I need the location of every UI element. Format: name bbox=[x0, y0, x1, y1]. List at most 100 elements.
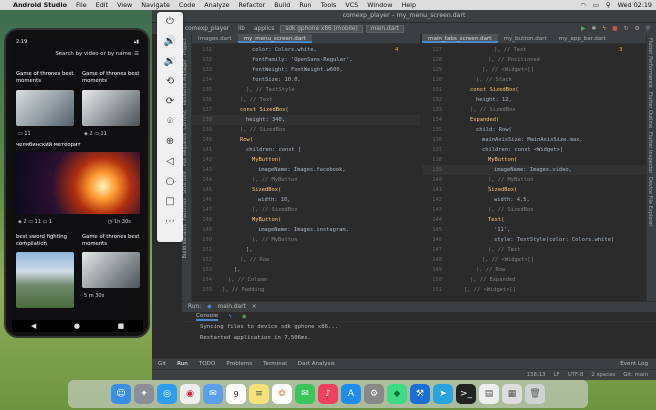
code-line[interactable]: 146 width: 10, bbox=[192, 195, 420, 205]
device-selector[interactable]: sdk gphone x86 (mobile) bbox=[280, 24, 363, 33]
tab-my-button[interactable]: my_button.dart bbox=[498, 34, 553, 43]
menu-edit[interactable]: Edit bbox=[96, 1, 108, 9]
tool-flutter-outline[interactable]: Flutter Outline bbox=[647, 92, 653, 128]
phone-back-icon[interactable]: ◀ bbox=[31, 322, 36, 330]
chrome-icon[interactable]: ◉ bbox=[180, 384, 200, 404]
battery-icon[interactable]: ▭ bbox=[593, 1, 599, 9]
code-line[interactable]: 154), // Column bbox=[192, 275, 420, 285]
code-line[interactable]: 145 '11', bbox=[422, 225, 646, 235]
overview-icon[interactable]: □ bbox=[157, 192, 183, 212]
video-thumbnail[interactable] bbox=[16, 90, 74, 126]
safari-icon[interactable]: ◎ bbox=[157, 384, 177, 404]
right-code-editor[interactable]: 127), // Text 128), // Positioned 129], //… bbox=[422, 45, 646, 311]
breadcrumb-lib[interactable]: lib bbox=[235, 26, 248, 32]
trash-icon[interactable]: 🗑 bbox=[525, 384, 545, 404]
code-line[interactable]: 152), // Row bbox=[192, 255, 420, 265]
left-warning-count[interactable]: 4 bbox=[395, 47, 399, 53]
menu-refactor[interactable]: Refactor bbox=[238, 1, 265, 9]
search-everywhere-icon[interactable]: ⚲ bbox=[646, 26, 650, 32]
mail-icon[interactable]: ✉ bbox=[203, 384, 223, 404]
code-line[interactable]: 137 children: const <Widget>[ bbox=[422, 145, 646, 155]
xcode-icon[interactable]: ⚒ bbox=[410, 384, 430, 404]
menu-code[interactable]: Code bbox=[179, 1, 195, 9]
tab-images-dart[interactable]: images.dart bbox=[192, 34, 238, 43]
code-line[interactable]: 134 fontSize: 10.0, bbox=[192, 75, 420, 85]
video-card[interactable]: Game of thrones best moments bbox=[16, 71, 74, 85]
rotate-right-icon[interactable]: ⟳ bbox=[157, 92, 183, 112]
run-config-tab[interactable]: main.dart bbox=[218, 304, 246, 310]
notes-icon[interactable]: ≡ bbox=[249, 384, 269, 404]
code-line[interactable]: 144), // MyButton bbox=[192, 175, 420, 185]
status-git-branch[interactable]: Git: main bbox=[623, 372, 648, 378]
code-line[interactable]: 147), // SizedBox bbox=[192, 205, 420, 215]
power-icon[interactable]: ⏻ bbox=[157, 12, 183, 32]
status-indent[interactable]: 2 spaces bbox=[591, 372, 615, 378]
code-line[interactable]: 155), // Padding bbox=[192, 285, 420, 295]
bottom-tab-todo[interactable]: TODO bbox=[199, 361, 216, 367]
code-line[interactable]: 132 fontFamily: 'OpenSans-Regular', bbox=[192, 55, 420, 65]
menu-app-name[interactable]: Android Studio bbox=[13, 1, 67, 9]
run-config-selector[interactable]: main.dart bbox=[365, 24, 404, 33]
close-run-tab-icon[interactable]: × bbox=[252, 304, 257, 310]
code-line[interactable]: 143 imageName: Images.facebook, bbox=[192, 165, 420, 175]
status-encoding[interactable]: UTF-8 bbox=[568, 372, 584, 378]
code-line[interactable]: 151], bbox=[192, 245, 420, 255]
code-line[interactable]: 131 const SizedBox( bbox=[422, 85, 646, 95]
code-line[interactable]: 131 color: Colors.white, bbox=[192, 45, 420, 55]
code-line[interactable]: 134 Expanded( bbox=[422, 115, 646, 125]
code-line[interactable]: 147), // Text bbox=[422, 245, 646, 255]
menu-run[interactable]: Run bbox=[299, 1, 311, 9]
breadcrumb-applics[interactable]: applics bbox=[251, 26, 277, 32]
wifi-icon[interactable]: ◠ bbox=[580, 1, 586, 9]
code-line[interactable]: 142 width: 4.5, bbox=[422, 195, 646, 205]
code-line[interactable]: 150), // Expanded bbox=[422, 275, 646, 285]
menu-build[interactable]: Build bbox=[274, 1, 290, 9]
tab-my-menu-screen[interactable]: my_menu_screen.dart bbox=[237, 34, 312, 43]
tool-device-file-explorer[interactable]: Device File Explorer bbox=[647, 177, 653, 226]
menu-tools[interactable]: Tools bbox=[321, 1, 337, 9]
code-line[interactable]: 136 mainAxisSize: MainAxisSize.max, bbox=[422, 135, 646, 145]
code-line[interactable]: 150), // MyButton bbox=[192, 235, 420, 245]
code-line[interactable]: 146 style: TextStyle(color: Colors.white) bbox=[422, 235, 646, 245]
bottom-tab-terminal[interactable]: Terminal bbox=[263, 361, 287, 367]
code-line[interactable]: 127), // Text bbox=[422, 45, 646, 55]
menu-navigate[interactable]: Navigate bbox=[141, 1, 170, 9]
code-line[interactable]: 153], bbox=[192, 265, 420, 275]
phone-recents-icon[interactable]: ■ bbox=[118, 322, 125, 330]
code-line[interactable]: 149 imageName: Images.instagram, bbox=[192, 225, 420, 235]
photos-icon[interactable]: ✿ bbox=[272, 384, 292, 404]
left-code-editor[interactable]: 131 color: Colors.white, 132 fontFamily: 'O… bbox=[192, 45, 420, 311]
tab-my-app-bar[interactable]: my_app_bar.dart bbox=[553, 34, 612, 43]
code-line[interactable]: 138 height: 340, bbox=[192, 115, 420, 125]
code-line[interactable]: 139 imageName: Images.video, bbox=[422, 165, 646, 175]
sync-icon[interactable]: ↻ bbox=[624, 26, 629, 32]
tab-main-tabs-screen[interactable]: main_tabs_screen.dart bbox=[422, 34, 498, 43]
tool-flutter-performance[interactable]: Flutter Performance bbox=[647, 38, 653, 88]
menu-icon[interactable]: ☰ bbox=[134, 51, 139, 57]
menubar-clock[interactable]: Wed 02:19 bbox=[618, 1, 652, 9]
debug-icon[interactable]: ✱ bbox=[592, 26, 597, 32]
code-line[interactable]: 145 SizedBox( bbox=[192, 185, 420, 195]
code-line[interactable]: 135), // TextStyle bbox=[192, 85, 420, 95]
code-line[interactable]: 149), // Row bbox=[422, 265, 646, 275]
settings-icon[interactable]: ⚙ bbox=[635, 26, 640, 32]
volume-down-icon[interactable]: 🔉 bbox=[157, 52, 183, 72]
bottom-tab-run[interactable]: Run bbox=[177, 361, 188, 367]
menu-analyze[interactable]: Analyze bbox=[204, 1, 229, 9]
run-icon[interactable]: ▶ bbox=[581, 26, 585, 32]
flutter-icon[interactable]: ϟ bbox=[228, 314, 232, 320]
code-line[interactable]: 148 MyButton( bbox=[192, 215, 420, 225]
code-line[interactable]: 139), // SizedBox bbox=[192, 125, 420, 135]
code-line[interactable]: 136), // Text bbox=[192, 95, 420, 105]
finder-icon[interactable]: ☺ bbox=[111, 384, 131, 404]
code-line[interactable]: 138 MyButton( bbox=[422, 155, 646, 165]
bottom-tab-problems[interactable]: Problems bbox=[226, 361, 252, 367]
code-line[interactable]: 133), // SizedBox bbox=[422, 105, 646, 115]
performance-icon[interactable]: ◉ bbox=[242, 314, 247, 320]
zoom-icon[interactable]: ⊕ bbox=[157, 132, 183, 152]
code-line[interactable]: 128), // Positioned bbox=[422, 55, 646, 65]
video-card[interactable]: Game of thrones best moments bbox=[82, 71, 140, 85]
phone-home-icon[interactable]: ● bbox=[74, 322, 80, 330]
code-line[interactable]: 132 height: 12, bbox=[422, 95, 646, 105]
code-line[interactable]: 143), // SizedBox bbox=[422, 205, 646, 215]
